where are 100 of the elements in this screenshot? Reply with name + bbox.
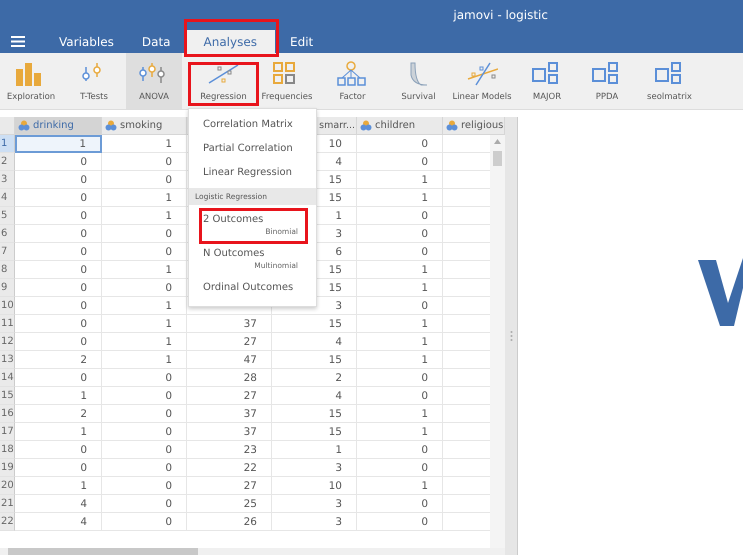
table-cell: 0 [15, 225, 102, 243]
table-cell: 0 [15, 333, 102, 351]
table-cell: 0 [357, 297, 443, 315]
row-number: 2 [0, 153, 15, 171]
table-cell: 26 [187, 513, 272, 531]
table-cell: 1 [272, 441, 357, 459]
table-cell: 1 [357, 351, 443, 369]
row-number: 15 [0, 387, 15, 405]
column-name: children [375, 120, 416, 131]
table-cell: 2 [15, 405, 102, 423]
table-cell: 0 [15, 207, 102, 225]
table-cell: 37 [187, 315, 272, 333]
row-number: 12 [0, 333, 15, 351]
row-number: 6 [0, 225, 15, 243]
table-cell: 1 [357, 279, 443, 297]
table-cell: 1 [15, 387, 102, 405]
table-cell: 0 [102, 441, 187, 459]
table-cell: 3 [272, 513, 357, 531]
table-cell: 1 [15, 423, 102, 441]
table-cell: 0 [357, 441, 443, 459]
row-number: 20 [0, 477, 15, 495]
table-cell: 15 [272, 315, 357, 333]
table-cell: 0 [357, 207, 443, 225]
table-cell: 0 [102, 387, 187, 405]
table-cell: 37 [187, 423, 272, 441]
table-cell: 1 [357, 333, 443, 351]
table-cell: 0 [102, 279, 187, 297]
row-number: 22 [0, 513, 15, 531]
table-cell: 3 [272, 495, 357, 513]
table-cell: 0 [357, 495, 443, 513]
table-cell: 1 [102, 207, 187, 225]
table-cell: 1 [357, 405, 443, 423]
table-cell: 0 [357, 387, 443, 405]
table-cell: 1 [102, 135, 187, 153]
table-cell: 1 [102, 333, 187, 351]
table-cell: 10 [272, 477, 357, 495]
table-cell: 1 [357, 261, 443, 279]
row-number: 10 [0, 297, 15, 315]
table-cell: 0 [102, 405, 187, 423]
table-cell: 0 [15, 279, 102, 297]
table-cell: 37 [187, 405, 272, 423]
table-cell: 1 [102, 351, 187, 369]
window-title: jamovi - logistic [452, 7, 549, 24]
column-name: smarr... [319, 120, 355, 131]
table-cell: 28 [187, 369, 272, 387]
row-number: 3 [0, 171, 15, 189]
table-cell: 1 [102, 315, 187, 333]
table-cell: 1 [15, 135, 102, 153]
table-cell: 0 [15, 189, 102, 207]
row-number: 8 [0, 261, 15, 279]
table-cell: 15 [272, 405, 357, 423]
table-cell: 15 [272, 423, 357, 441]
table-cell: 4 [272, 387, 357, 405]
table-cell: 0 [102, 495, 187, 513]
table-cell: 4 [15, 495, 102, 513]
table-cell: 2 [272, 369, 357, 387]
table-cell: 0 [15, 171, 102, 189]
column-name: smoking [120, 120, 162, 131]
row-number: 16 [0, 405, 15, 423]
table-cell: 15 [272, 351, 357, 369]
row-number: 9 [0, 279, 15, 297]
table-cell: 0 [15, 315, 102, 333]
table-cell: 1 [357, 189, 443, 207]
row-number: 11 [0, 315, 15, 333]
table-cell: 4 [272, 333, 357, 351]
table-cell: 0 [102, 423, 187, 441]
row-number: 13 [0, 351, 15, 369]
table-cell: 0 [15, 153, 102, 171]
table-cell: 0 [102, 225, 187, 243]
row-number: 14 [0, 369, 15, 387]
table-cell: 0 [15, 243, 102, 261]
table-cell: 0 [15, 369, 102, 387]
table-cell: 1 [357, 477, 443, 495]
row-number: 5 [0, 207, 15, 225]
table-cell: 0 [357, 225, 443, 243]
table-cell: 0 [15, 261, 102, 279]
table-cell: 4 [15, 513, 102, 531]
table-cell: 0 [15, 297, 102, 315]
table-cell: 1 [15, 477, 102, 495]
table-cell: 27 [187, 387, 272, 405]
table-cell: 27 [187, 477, 272, 495]
table-cell: 0 [15, 459, 102, 477]
table-cell: 0 [357, 513, 443, 531]
table-cell: 0 [102, 477, 187, 495]
table-cell: 23 [187, 441, 272, 459]
table-cell: 22 [187, 459, 272, 477]
table-cell: 1 [102, 297, 187, 315]
row-number: 7 [0, 243, 15, 261]
column-name: religious [461, 120, 504, 131]
row-number: 1 [0, 135, 15, 153]
column-name: drinking [33, 120, 74, 131]
table-cell: 27 [187, 333, 272, 351]
table-cell: 0 [357, 459, 443, 477]
table-cell: 1 [102, 189, 187, 207]
table-cell: 0 [15, 441, 102, 459]
table-cell: 1 [357, 171, 443, 189]
table-cell: 0 [102, 369, 187, 387]
table-cell: 3 [272, 459, 357, 477]
table-cell: 2 [15, 351, 102, 369]
table-cell: 1 [102, 261, 187, 279]
